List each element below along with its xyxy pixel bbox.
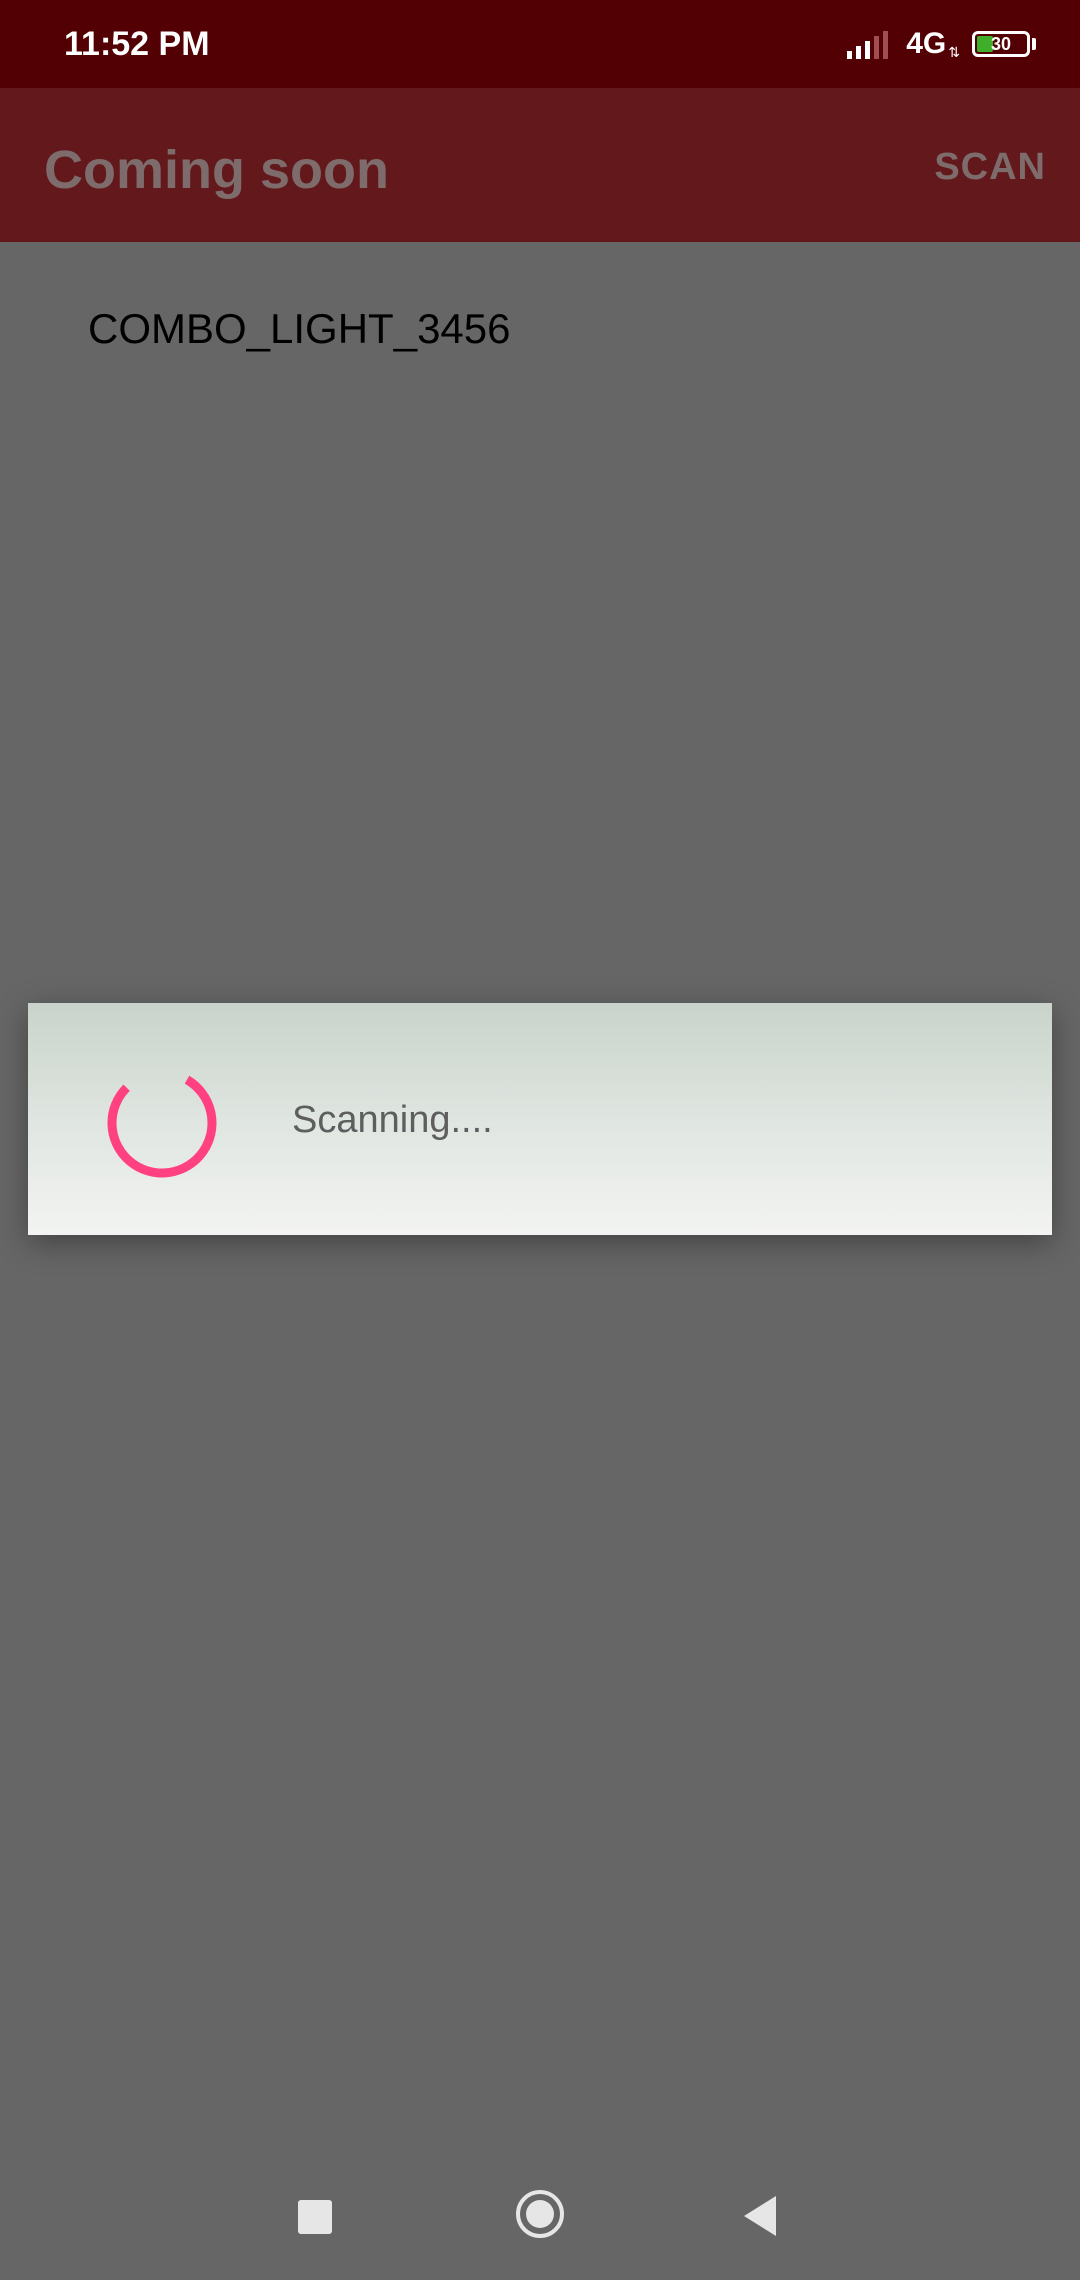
signal-icon (843, 29, 889, 59)
battery-icon: 30 (972, 31, 1030, 57)
device-list-item[interactable]: COMBO_LIGHT_3456 (88, 304, 511, 354)
home-circle-inner (526, 2200, 554, 2228)
app-bar: Coming soon SCAN (0, 88, 1080, 242)
back-triangle-icon[interactable] (744, 2196, 776, 2236)
network-type-label: 4G (906, 27, 947, 60)
status-time: 11:52 PM (64, 25, 210, 63)
scan-button[interactable]: SCAN (934, 142, 1046, 192)
battery-tip (1032, 38, 1036, 50)
recents-square-icon[interactable] (298, 2200, 332, 2234)
progress-spinner-icon (107, 1075, 217, 1178)
status-icons: 4G ⇅ 30 (843, 22, 1036, 66)
status-bar: 11:52 PM 4G ⇅ 30 (0, 0, 1080, 88)
network-activity-icon: ⇅ (948, 44, 960, 60)
navigation-bar (0, 2148, 1080, 2280)
scanning-dialog: Scanning.... (28, 1003, 1052, 1235)
battery-level: 30 (990, 34, 1012, 54)
app-title: Coming soon (44, 140, 389, 200)
scanning-message: Scanning.... (292, 1099, 493, 1141)
home-circle-icon[interactable] (516, 2190, 564, 2238)
